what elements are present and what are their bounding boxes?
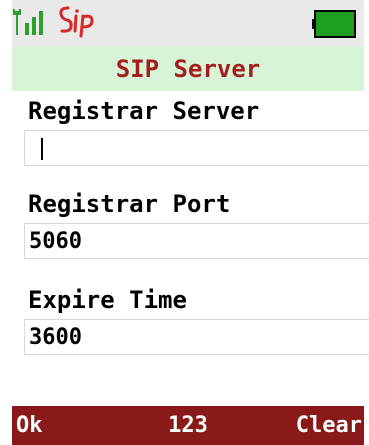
signal-strength-icon	[13, 9, 43, 35]
battery-full-icon	[312, 10, 356, 38]
phone-screen: SIP Server Registrar Server Registrar Po…	[0, 0, 369, 445]
registrar-server-label: Registrar Server	[28, 97, 260, 125]
registrar-server-input[interactable]	[24, 130, 369, 166]
expire-time-input[interactable]: 3600	[24, 319, 369, 355]
title-bar: SIP Server	[12, 47, 364, 91]
expire-time-label: Expire Time	[28, 286, 187, 314]
registrar-port-value: 5060	[29, 229, 82, 254]
ok-softkey[interactable]: Ok	[16, 406, 43, 445]
sip-logo-icon	[59, 6, 94, 38]
page-title: SIP Server	[115, 55, 261, 83]
clear-softkey[interactable]: Clear	[296, 406, 362, 445]
expire-time-value: 3600	[29, 325, 82, 350]
registrar-port-label: Registrar Port	[28, 190, 231, 218]
sip-server-form: Registrar Server Registrar Port 5060 Exp…	[12, 91, 369, 406]
registrar-port-input[interactable]: 5060	[24, 223, 369, 259]
text-caret	[41, 138, 43, 160]
softkey-bar: Ok 123 Clear	[12, 406, 364, 445]
status-bar	[12, 0, 364, 47]
input-mode-softkey[interactable]: 123	[168, 406, 208, 445]
